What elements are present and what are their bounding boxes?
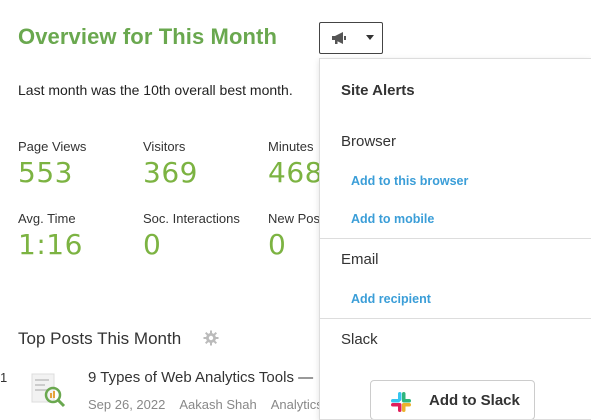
divider	[320, 238, 591, 239]
post-date: Sep 26, 2022	[88, 397, 166, 412]
stat-value: 0	[268, 228, 287, 261]
post-title-link[interactable]: 9 Types of Web Analytics Tools —	[88, 369, 313, 386]
stat-value: 1:16	[18, 228, 83, 261]
add-to-slack-button[interactable]: Add to Slack	[370, 380, 535, 419]
browser-section-label: Browser	[341, 133, 397, 150]
slack-section-label: Slack	[341, 331, 378, 348]
stat-label: Visitors	[143, 139, 186, 154]
slack-logo-icon	[391, 392, 411, 412]
post-meta: Sep 26, 2022 Aakash Shah Analytics	[88, 397, 337, 412]
chevron-down-icon	[366, 35, 374, 40]
page-title: Overview for This Month	[18, 24, 277, 49]
gear-icon[interactable]	[203, 330, 219, 346]
stat-label: Minutes	[268, 139, 314, 154]
month-summary: Last month was the 10th overall best mon…	[18, 82, 293, 98]
stat-value: 553	[18, 156, 73, 189]
post-author: Aakash Shah	[179, 397, 257, 412]
stat-value: 468	[268, 156, 323, 189]
add-recipient-link[interactable]: Add recipient	[351, 292, 431, 306]
divider	[320, 318, 591, 319]
megaphone-icon	[332, 32, 346, 44]
email-section-label: Email	[341, 251, 379, 268]
stat-avg-time: Avg. Time 1:16	[18, 211, 83, 261]
post-category: Analytics	[270, 397, 323, 412]
stat-value: 0	[143, 228, 162, 261]
top-posts-heading: Top Posts This Month	[18, 329, 182, 348]
stat-label: New Pos	[268, 211, 321, 226]
stat-label: Soc. Interactions	[143, 211, 240, 226]
stat-value: 369	[143, 156, 198, 189]
add-to-mobile-link[interactable]: Add to mobile	[351, 212, 434, 226]
site-alerts-heading: Site Alerts	[341, 82, 415, 99]
stat-label: Avg. Time	[18, 211, 76, 226]
post-thumbnail[interactable]	[28, 370, 68, 410]
stat-minutes: Minutes 468	[268, 139, 323, 189]
stat-new-posts: New Pos 0	[268, 211, 320, 261]
stat-visitors: Visitors 369	[143, 139, 198, 189]
post-rank: 1	[0, 370, 8, 385]
site-alerts-dropdown: Site Alerts Browser Add to this browser …	[319, 58, 591, 420]
add-to-slack-label: Add to Slack	[429, 392, 520, 409]
stat-social-interactions: Soc. Interactions 0	[143, 211, 240, 261]
add-to-browser-link[interactable]: Add to this browser	[351, 174, 468, 188]
alerts-dropdown-toggle[interactable]	[319, 22, 383, 54]
stat-label: Page Views	[18, 139, 87, 154]
stat-page-views: Page Views 553	[18, 139, 86, 189]
